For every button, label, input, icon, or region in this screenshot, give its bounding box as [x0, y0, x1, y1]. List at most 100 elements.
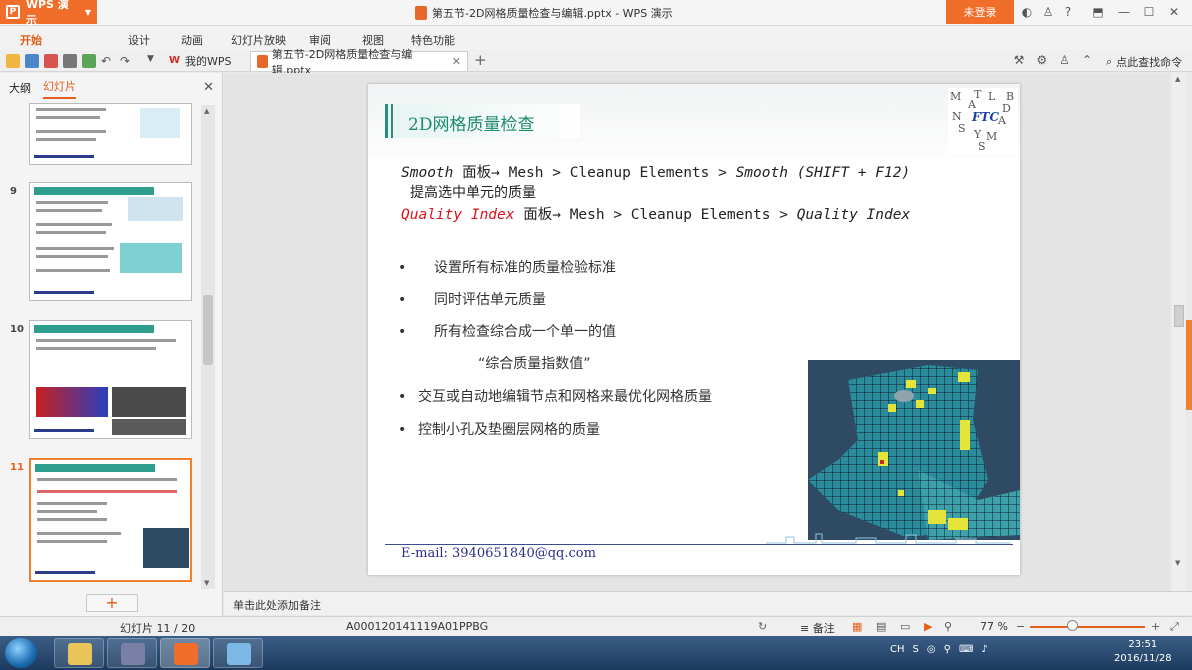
tab-close-icon[interactable]: ✕: [452, 55, 461, 68]
save-icon[interactable]: [25, 54, 39, 68]
ime-icon[interactable]: S: [913, 644, 919, 655]
skin-shirt-icon[interactable]: ♙: [1059, 53, 1070, 67]
slides-panel: 大纲 幻灯片 ✕ 9 10 11 ▲ ▼ +: [0, 73, 223, 617]
slide-thumbnail-10[interactable]: [29, 320, 192, 439]
thumb-image: [128, 197, 183, 221]
taskbar-paint[interactable]: [213, 638, 263, 668]
bullet-item: • 控制小孔及垫圈层网格的质量: [398, 422, 600, 438]
zoom-out-icon[interactable]: −: [1016, 620, 1025, 633]
search-icon: ⌕: [1106, 55, 1113, 68]
start-button[interactable]: [5, 638, 37, 668]
refresh-icon[interactable]: ↻: [758, 620, 767, 633]
menu-home[interactable]: 开始: [20, 32, 42, 48]
new-tab-icon[interactable]: +: [474, 51, 487, 69]
network-icon[interactable]: ⚲: [944, 644, 951, 655]
scroll-down-icon[interactable]: ▼: [1175, 559, 1180, 567]
current-slide[interactable]: 2D网格质量检查 M T L A B D N A S Y M S FTC Smo…: [368, 84, 1020, 575]
open-icon[interactable]: [6, 54, 20, 68]
tray-icon[interactable]: ◎: [927, 644, 936, 655]
zoom-slider[interactable]: [1030, 626, 1145, 628]
location-icon[interactable]: ⚲: [944, 620, 952, 633]
thumb-image: [36, 387, 108, 417]
thumb-image: [112, 419, 186, 435]
scrollbar-thumb[interactable]: [1174, 305, 1184, 327]
scrollbar-thumb[interactable]: [203, 295, 213, 365]
quality-index-command-line: Quality Index 面板→ Mesh > Cleanup Element…: [401, 207, 911, 223]
slideshow-icon[interactable]: ▶: [924, 620, 932, 633]
thumb-image: [120, 243, 182, 273]
normal-view-icon[interactable]: ▦: [852, 620, 862, 633]
thumb-image: [143, 528, 189, 568]
close-icon[interactable]: ✕: [1164, 3, 1184, 21]
slides-scrollbar[interactable]: ▲ ▼: [201, 105, 215, 589]
settings-icon[interactable]: ⚙: [1036, 53, 1047, 67]
zoom-in-icon[interactable]: +: [1151, 620, 1160, 633]
taskbar-explorer[interactable]: [54, 638, 104, 668]
template-name: A000120141119A01PPBG: [346, 620, 489, 633]
pptx-file-icon: [415, 6, 427, 20]
redo-icon[interactable]: ↷: [120, 54, 134, 68]
sorter-view-icon[interactable]: ▤: [876, 620, 886, 633]
minimize-icon[interactable]: —: [1114, 3, 1134, 21]
zoom-slider-thumb[interactable]: [1067, 620, 1078, 631]
scroll-up-icon[interactable]: ▲: [204, 107, 209, 115]
add-slide-button[interactable]: +: [86, 594, 138, 612]
slide-thumbnail-9[interactable]: [29, 182, 192, 301]
scroll-down-icon[interactable]: ▼: [204, 579, 209, 587]
bullet-item: • 设置所有标准的质量检验标准: [398, 260, 616, 276]
chevron-down-icon: ▼: [84, 7, 91, 17]
tab-outline[interactable]: 大纲: [9, 80, 31, 96]
tab-document[interactable]: 第五节-2D网格质量检查与编辑.pptx ✕: [250, 48, 468, 77]
scroll-up-icon[interactable]: ▲: [1175, 75, 1180, 83]
thumb-image: [140, 108, 180, 138]
slide-thumbnail-8[interactable]: [29, 103, 192, 165]
notes-toggle[interactable]: ≡ 备注: [800, 620, 835, 636]
canvas-scrollbar[interactable]: ▲ ▼: [1172, 73, 1186, 591]
preview-icon[interactable]: [82, 54, 96, 68]
undo-icon[interactable]: ↶: [101, 54, 115, 68]
keyboard-icon[interactable]: ⌨: [959, 644, 973, 655]
skin-icon[interactable]: ◐: [1017, 3, 1037, 21]
slide-number: 11: [10, 462, 24, 473]
pin-icon[interactable]: ⚒: [1014, 53, 1025, 67]
slide-thumbnail-11[interactable]: [29, 458, 192, 582]
slide-position: 幻灯片 11 / 20: [120, 622, 196, 635]
customize-caret-icon[interactable]: ▼: [147, 54, 161, 68]
bullet-item: • 同时评估单元质量: [398, 292, 546, 308]
wps-w-icon: W: [169, 55, 181, 66]
find-command[interactable]: ⌕ 点此查找命令: [1106, 54, 1182, 70]
maximize-icon[interactable]: ☐: [1139, 3, 1159, 21]
panel-close-icon[interactable]: ✕: [203, 80, 214, 95]
taskbar-wps[interactable]: [160, 638, 210, 668]
fit-window-icon[interactable]: ⤢: [1170, 620, 1179, 634]
clock[interactable]: 23:51 2016/11/28: [1114, 638, 1172, 666]
zoom-level[interactable]: 77 %: [980, 620, 1008, 633]
shirt-icon[interactable]: ♙: [1038, 3, 1058, 21]
language-indicator[interactable]: CH: [890, 644, 905, 655]
help-icon[interactable]: ?: [1058, 3, 1078, 21]
quote-text: “综合质量指数值”: [478, 356, 591, 372]
notes-area[interactable]: 单击此处添加备注: [224, 591, 1192, 615]
side-handle[interactable]: [1186, 320, 1192, 410]
print-icon[interactable]: [63, 54, 77, 68]
taskbar-app-1[interactable]: [107, 638, 157, 668]
pdf-icon[interactable]: [44, 54, 58, 68]
tab-my-wps[interactable]: W 我的WPS: [163, 51, 238, 71]
expand-icon[interactable]: ⌃: [1082, 53, 1092, 67]
slide-title[interactable]: 2D网格质量检查: [408, 110, 534, 135]
windows-taskbar: CH S ◎ ⚲ ⌨ ♪ 23:51 2016/11/28: [0, 636, 1192, 670]
tab-slides[interactable]: 幻灯片: [43, 78, 76, 99]
menu-animation[interactable]: 动画: [181, 32, 203, 48]
folder-icon: [68, 643, 92, 665]
volume-icon[interactable]: ♪: [981, 644, 987, 655]
system-tray: CH S ◎ ⚲ ⌨ ♪: [890, 644, 988, 655]
notes-placeholder: 单击此处添加备注: [233, 599, 321, 612]
menu-design[interactable]: 设计: [128, 32, 150, 48]
wps-menu-button[interactable]: P WPS 演示 ▼: [0, 0, 97, 27]
bullet-item: • 所有检查综合成一个单一的值: [398, 324, 616, 340]
feedback-icon[interactable]: ⬒: [1088, 3, 1108, 21]
login-button[interactable]: 未登录: [946, 0, 1014, 24]
reading-view-icon[interactable]: ▭: [900, 620, 910, 633]
mesh-model-image[interactable]: [808, 360, 1020, 540]
status-bar: 幻灯片 11 / 20 A000120141119A01PPBG ↻ ≡ 备注 …: [0, 616, 1192, 636]
